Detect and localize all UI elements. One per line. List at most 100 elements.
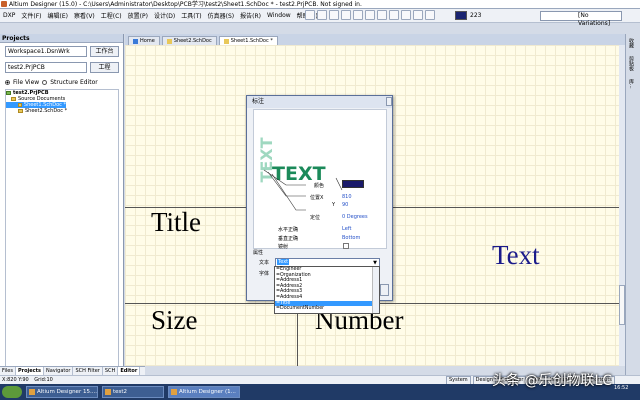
dropdown-option[interactable]: =DocumentNumber <box>275 306 379 312</box>
dropdown-scrollbar[interactable] <box>372 267 379 313</box>
projects-panel: Projects Workspace1.DsnWrk 工作台 test2.Prj… <box>0 34 124 376</box>
dialog-button[interactable] <box>380 284 389 296</box>
ground-port-icon[interactable] <box>353 10 363 20</box>
task-test2-folder[interactable]: test2 <box>102 386 164 398</box>
favorites-tab[interactable]: 收藏 <box>626 34 637 52</box>
h-justification-value[interactable]: Left <box>342 226 351 232</box>
dialog-properties-area: TEXT TEXT 颜色 位置X 810 Y 90 定位 0 Degrees 水… <box>253 109 387 250</box>
tab-files[interactable]: Files <box>0 367 16 375</box>
watermark-text: 头条 @乐创物联LC <box>492 373 613 389</box>
cursor-coordinates: X:820 Y:90 <box>2 377 29 383</box>
tab-home[interactable]: Home <box>128 36 160 45</box>
v-justification-label: 垂直正确 <box>278 236 299 242</box>
start-button-icon[interactable] <box>2 386 22 398</box>
folder-icon <box>11 97 16 101</box>
wire-tool-icon[interactable] <box>305 10 315 20</box>
grid-size: Grid:10 <box>34 377 53 383</box>
part-icon[interactable] <box>365 10 375 20</box>
menu-reports[interactable]: 报告(R) <box>237 11 264 20</box>
workspace-select[interactable]: Workspace1.DsnWrk <box>5 46 87 57</box>
text-icon[interactable] <box>425 10 435 20</box>
mirror-label: 镜射 <box>278 244 289 250</box>
workspace-button[interactable]: 工作台 <box>90 46 119 57</box>
structure-editor-radio[interactable] <box>42 80 48 85</box>
net-label-icon[interactable] <box>329 10 339 20</box>
task-altium-designer[interactable]: Altium Designer 15.... <box>26 386 98 398</box>
location-y-value[interactable]: 90 <box>342 202 348 208</box>
preview-leader-lines <box>263 169 343 211</box>
text-dropdown-list: =Engineer =Organization =Address1 =Addre… <box>274 266 380 314</box>
orientation-label: 定位 <box>310 215 321 221</box>
port-icon[interactable] <box>401 10 411 20</box>
schematic-doc-icon <box>18 103 22 107</box>
project-select[interactable]: test2.PrjPCB <box>5 62 87 73</box>
text-label: 文本 <box>259 260 270 266</box>
libraries-tab[interactable]: 库... <box>626 75 637 93</box>
tab-sch[interactable]: SCH <box>103 367 119 375</box>
mirror-checkbox[interactable] <box>343 243 349 249</box>
orientation-value[interactable]: 0 Degrees <box>342 214 368 220</box>
variations-select[interactable]: [No Variations] <box>540 11 622 27</box>
h-justification-label: 水平正确 <box>278 227 299 233</box>
title-block-title: Title <box>151 207 202 237</box>
panel-tabs: Files Projects Navigator SCH Filter SCH … <box>0 366 145 375</box>
tab-editor[interactable]: Editor <box>118 367 141 375</box>
schematic-doc-icon <box>18 109 23 113</box>
clipboard-tab[interactable]: 剪贴板 <box>626 52 637 75</box>
project-button[interactable]: 工程 <box>90 62 119 73</box>
toolbar-icons <box>305 10 435 20</box>
altium-app-icon <box>1 1 7 7</box>
sheet-entry-icon[interactable] <box>389 10 399 20</box>
menu-place[interactable]: 放置(P) <box>125 11 151 20</box>
window-title-bar: Altium Designer (15.0) - C:\Users\Admini… <box>0 0 640 9</box>
window-title: Altium Designer (15.0) - C:\Users\Admini… <box>9 1 362 8</box>
power-port-icon[interactable] <box>341 10 351 20</box>
menu-dxp[interactable]: DXP <box>0 12 18 19</box>
properties-group-label: 属性 <box>253 250 264 256</box>
color-swatch[interactable] <box>342 180 364 188</box>
file-view-radio[interactable] <box>5 80 10 85</box>
v-justification-value[interactable]: Bottom <box>342 235 360 241</box>
bus-tool-icon[interactable] <box>317 10 327 20</box>
no-erc-icon[interactable] <box>413 10 423 20</box>
color-label: 颜色 <box>314 183 325 189</box>
task-altium-window[interactable]: Altium Designer (1... <box>168 386 240 398</box>
home-icon <box>133 38 138 44</box>
taskbar-clock: 16:52 <box>614 385 629 391</box>
menu-design[interactable]: 设计(D) <box>151 11 178 20</box>
structure-editor-label: Structure Editor <box>50 79 98 86</box>
file-view-label: File View <box>13 79 40 86</box>
menu-window[interactable]: Window <box>264 12 294 19</box>
menu-edit[interactable]: 编辑(E) <box>45 11 71 20</box>
sheet-symbol-icon[interactable] <box>377 10 387 20</box>
menu-tools[interactable]: 工具(T) <box>178 11 204 20</box>
schematic-doc-icon <box>166 38 172 44</box>
project-tree: test2.PrjPCB Source Documents Sheet1.Sch… <box>5 89 119 369</box>
document-tabs: Home Sheet2.SchDoc Sheet1.SchDoc * <box>125 34 625 45</box>
tab-projects[interactable]: Projects <box>15 367 44 375</box>
menu-view[interactable]: 察看(V) <box>71 11 98 20</box>
tab-sheet1[interactable]: Sheet1.SchDoc * <box>218 36 278 45</box>
menu-simulator[interactable]: 仿真器(S) <box>205 11 238 20</box>
close-icon[interactable] <box>386 97 392 106</box>
panel-header: Projects <box>0 34 123 43</box>
location-y-label: Y <box>332 202 336 208</box>
placed-text-label[interactable]: Text <box>492 240 540 271</box>
right-panel-strip: 收藏 剪贴板 库... <box>625 34 640 375</box>
project-icon <box>6 91 11 95</box>
menu-file[interactable]: 文件(F) <box>18 11 44 20</box>
location-x-label: 位置X <box>310 195 324 201</box>
schematic-doc-icon <box>223 38 229 44</box>
title-block-size: Size <box>151 305 198 335</box>
zoom-level[interactable]: 223 <box>470 11 481 20</box>
tree-item-sheet2[interactable]: Sheet2.SchDoc * <box>6 108 118 114</box>
tab-sheet2[interactable]: Sheet2.SchDoc <box>161 36 217 45</box>
tab-navigator[interactable]: Navigator <box>44 367 74 375</box>
tab-sch-filter[interactable]: SCH Filter <box>73 367 103 375</box>
font-label: 字体 <box>259 271 270 277</box>
menu-bar: DXP 文件(F) 编辑(E) 察看(V) 工程(C) 放置(P) 设计(D) … <box>0 9 640 27</box>
menu-project[interactable]: 工程(C) <box>98 11 125 20</box>
location-x-value[interactable]: 810 <box>342 194 352 200</box>
color-indicator[interactable] <box>455 11 467 20</box>
dialog-title: 标注 <box>247 96 392 108</box>
